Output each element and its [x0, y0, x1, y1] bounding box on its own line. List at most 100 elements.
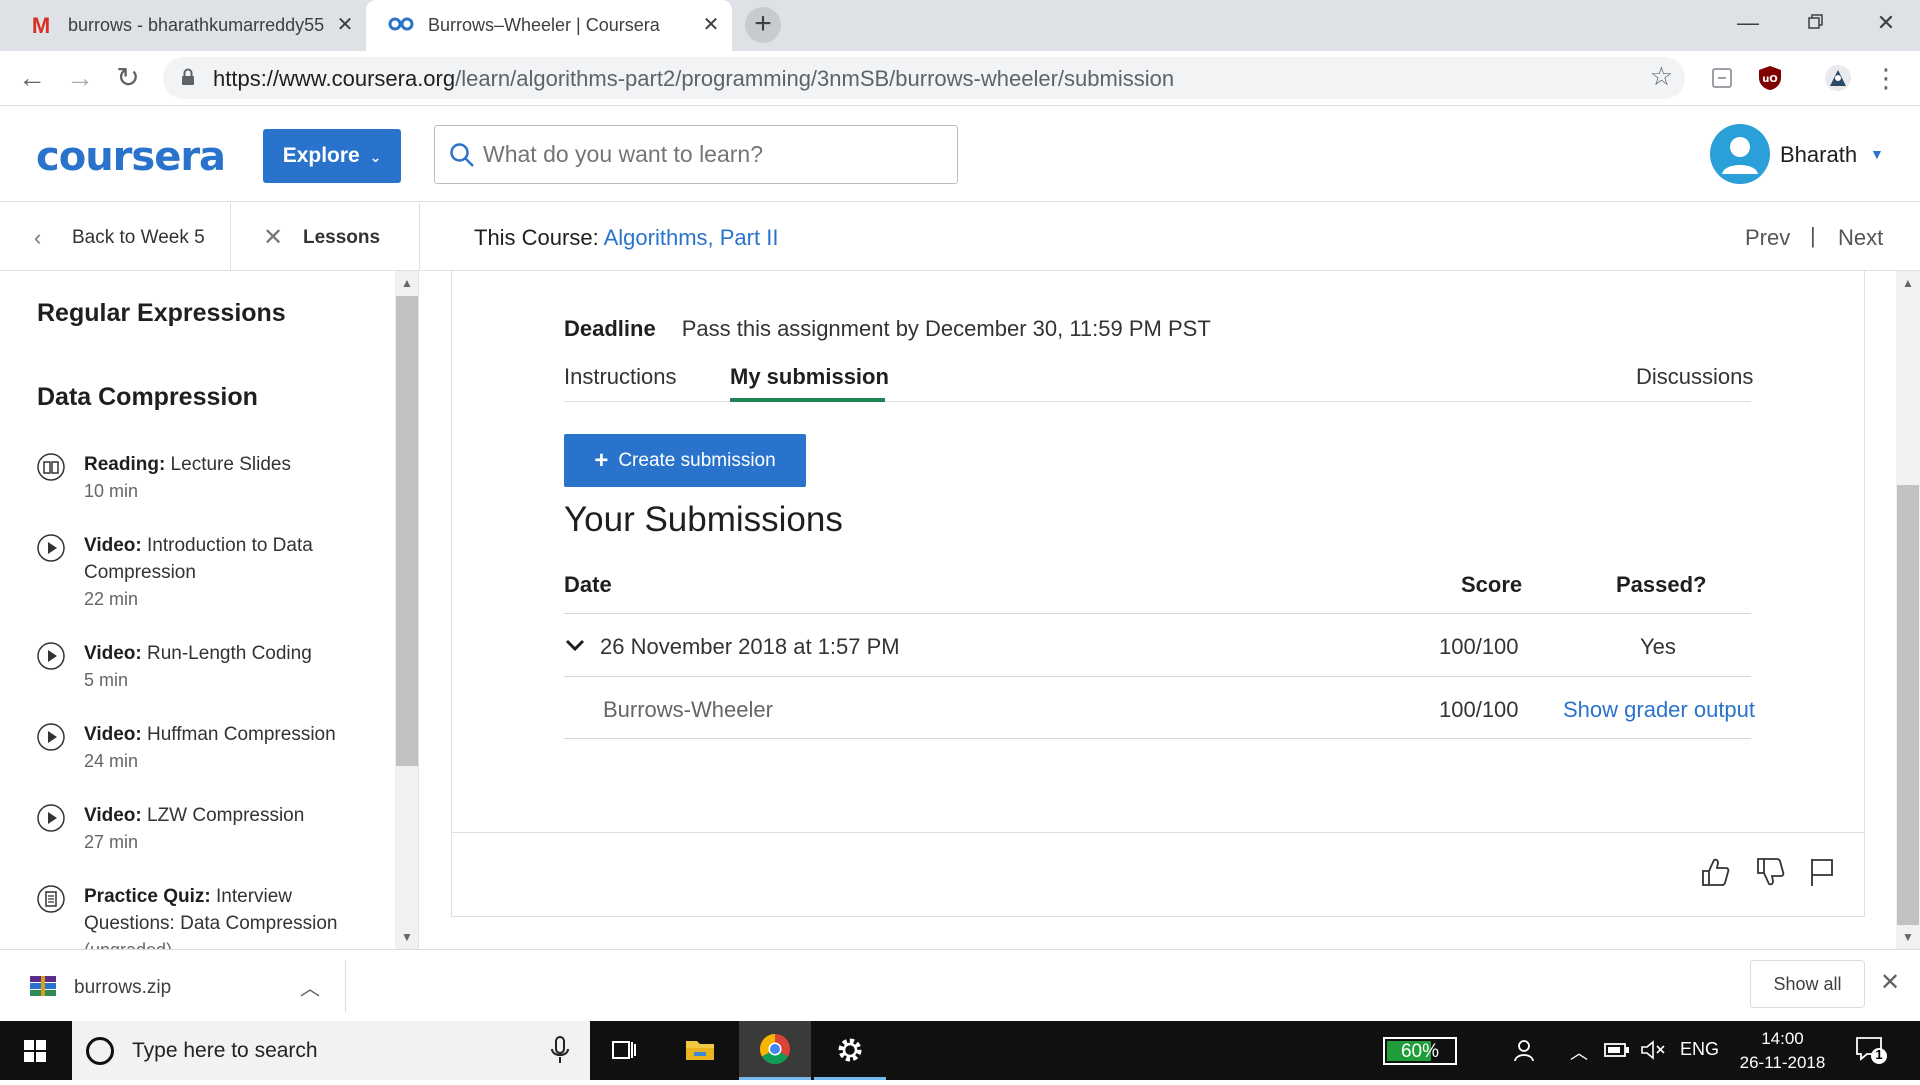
item-duration: 24 min: [84, 751, 139, 771]
item-duration: (ungraded): [84, 940, 172, 949]
next-link[interactable]: Next: [1838, 225, 1883, 251]
profile-avatar-icon[interactable]: [1824, 64, 1852, 92]
download-file-name[interactable]: burrows.zip: [74, 977, 171, 999]
item-title: Run-Length Coding: [141, 643, 312, 664]
back-to-week-link[interactable]: ‹ Back to Week 5: [0, 203, 231, 271]
course-title: This Course: Algorithms, Part II: [474, 225, 778, 251]
thumbs-up-icon[interactable]: [1699, 855, 1731, 889]
close-icon: ✕: [263, 224, 284, 251]
column-header-score: Score: [1461, 572, 1523, 597]
address-bar[interactable]: https://www.coursera.org/learn/algorithm…: [163, 57, 1685, 99]
tab-my-submission[interactable]: My submission: [730, 364, 889, 390]
file-explorer-button[interactable]: [664, 1021, 736, 1080]
gear-icon: [838, 1038, 862, 1062]
close-window-icon[interactable]: ✕: [1866, 8, 1906, 38]
submissions-heading: Your Submissions: [564, 500, 843, 539]
ublock-icon[interactable]: uO: [1756, 64, 1784, 92]
clock-time: 14:00: [1761, 1029, 1804, 1048]
item-title: Huffman Compression: [141, 724, 336, 745]
url-host: https://www.coursera.org: [213, 66, 456, 91]
people-icon[interactable]: [1512, 1037, 1540, 1065]
lessons-toggle[interactable]: ✕ Lessons: [231, 203, 420, 271]
browser-tab-coursera[interactable]: Burrows–Wheeler | Coursera ✕: [366, 0, 732, 51]
scroll-up-arrow-icon[interactable]: ▲: [395, 273, 418, 293]
lessons-label: Lessons: [303, 227, 381, 248]
notification-center-button[interactable]: 1: [1855, 1035, 1889, 1065]
chrome-button[interactable]: [739, 1021, 811, 1080]
minimize-icon[interactable]: —: [1728, 8, 1768, 38]
explore-button[interactable]: Explore ⌄: [263, 129, 401, 183]
explore-label: Explore: [282, 144, 360, 167]
taskbar-search-placeholder: Type here to search: [132, 1039, 318, 1062]
close-icon[interactable]: ✕: [1880, 968, 1900, 997]
chevron-down-icon[interactable]: [564, 634, 586, 656]
flag-icon[interactable]: [1806, 855, 1838, 889]
chevron-up-icon[interactable]: ︿: [1570, 1039, 1588, 1065]
chevron-up-icon[interactable]: ︿: [300, 972, 320, 1001]
back-arrow-icon[interactable]: ←: [14, 61, 50, 97]
show-grader-output-link[interactable]: Show grader output: [1563, 697, 1755, 723]
extension-icon[interactable]: [1708, 64, 1736, 92]
item-duration: 10 min: [84, 481, 139, 501]
course-link[interactable]: Algorithms, Part II: [604, 225, 779, 250]
windows-taskbar: Type here to search 60% ︿ ENG 14:00 26-1…: [0, 1021, 1920, 1080]
download-separator: [345, 960, 346, 1012]
gmail-icon: M: [31, 12, 51, 38]
bookmark-star-icon[interactable]: ☆: [1650, 61, 1673, 92]
section-title[interactable]: Regular Expressions: [37, 299, 286, 328]
tab-instructions[interactable]: Instructions: [564, 364, 677, 390]
item-type: Video:: [84, 805, 142, 826]
clock[interactable]: 14:00 26-11-2018: [1735, 1027, 1830, 1075]
prev-link[interactable]: Prev: [1745, 225, 1790, 251]
reload-icon[interactable]: ↻: [110, 61, 146, 97]
restore-icon[interactable]: [1796, 8, 1836, 38]
language-indicator[interactable]: ENG: [1680, 1039, 1719, 1060]
sidebar-scroll-thumb[interactable]: [396, 296, 418, 766]
thumbs-down-icon[interactable]: [1754, 855, 1786, 889]
battery-tray-icon[interactable]: [1604, 1041, 1630, 1059]
battery-indicator[interactable]: 60%: [1383, 1037, 1457, 1065]
taskbar-search[interactable]: Type here to search: [72, 1021, 590, 1080]
column-header-date: Date: [564, 572, 612, 597]
avatar[interactable]: [1710, 124, 1770, 184]
part-score: 100/100: [1439, 697, 1519, 722]
settings-button[interactable]: [814, 1021, 886, 1080]
search-input[interactable]: [483, 134, 943, 174]
url-path: /learn/algorithms-part2/programming/3nmS…: [455, 66, 1175, 91]
scroll-down-arrow-icon[interactable]: ▼: [1896, 927, 1920, 947]
browser-tab-gmail[interactable]: M burrows - bharathkumarreddy55 ✕: [0, 0, 366, 51]
create-submission-button[interactable]: + Create submission: [564, 434, 806, 487]
play-icon: [37, 723, 65, 751]
battery-percent: 60%: [1400, 1041, 1440, 1062]
caret-down-icon[interactable]: ▼: [1870, 146, 1884, 162]
new-tab-button[interactable]: +: [745, 7, 781, 43]
scroll-up-arrow-icon[interactable]: ▲: [1896, 273, 1920, 293]
tab-discussions[interactable]: Discussions: [1636, 364, 1753, 390]
svg-text:uO: uO: [1762, 74, 1778, 85]
submission-date[interactable]: 26 November 2018 at 1:57 PM: [600, 634, 900, 660]
book-icon: [37, 453, 65, 481]
user-name[interactable]: Bharath: [1780, 142, 1857, 168]
user-icon: [1722, 137, 1758, 174]
task-view-button[interactable]: [588, 1021, 660, 1080]
show-all-button[interactable]: Show all: [1750, 960, 1865, 1008]
page-scroll-thumb[interactable]: [1897, 485, 1919, 925]
start-button[interactable]: [0, 1021, 72, 1080]
quiz-icon: [37, 885, 65, 913]
microphone-icon[interactable]: [550, 1035, 570, 1067]
scroll-down-arrow-icon[interactable]: ▼: [395, 927, 418, 947]
volume-muted-icon[interactable]: [1640, 1039, 1666, 1061]
close-tab-icon[interactable]: ✕: [334, 14, 356, 36]
section-title[interactable]: Data Compression: [37, 383, 258, 412]
chevron-left-icon: ‹: [34, 225, 42, 250]
search-box[interactable]: [434, 125, 958, 184]
item-type: Practice Quiz:: [84, 886, 211, 907]
close-tab-icon[interactable]: ✕: [700, 14, 722, 36]
submission-passed: Yes: [1640, 634, 1676, 659]
item-duration: 22 min: [84, 589, 139, 609]
item-title: LZW Compression: [141, 805, 305, 826]
coursera-logo[interactable]: coursera: [36, 134, 226, 180]
forward-arrow-icon[interactable]: →: [62, 61, 98, 97]
notification-count: 1: [1875, 1047, 1883, 1062]
kebab-menu-icon[interactable]: ⋮: [1868, 61, 1904, 97]
